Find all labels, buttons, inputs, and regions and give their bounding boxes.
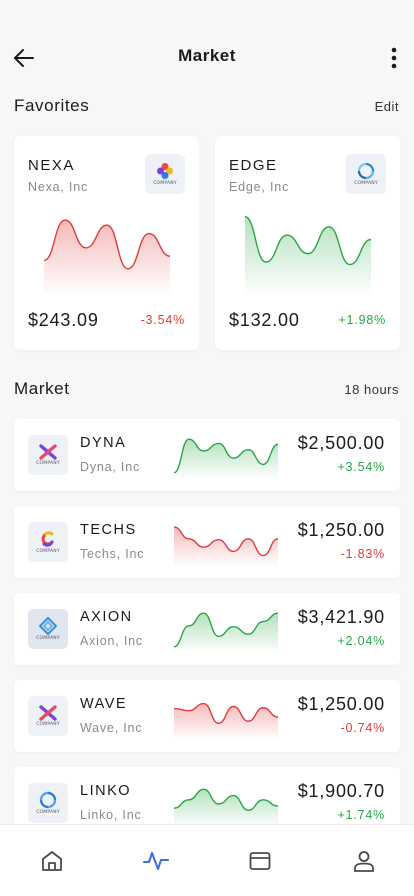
stock-symbol: AXION (80, 609, 133, 625)
market-title: Market (14, 379, 70, 398)
company-name: Nexa, Inc (28, 180, 89, 194)
sparkline-chart (174, 438, 278, 479)
market-row-dyna[interactable]: COMPANY DYNA Dyna, Inc $2,500.00 +3.54% (14, 419, 400, 491)
company-name: Techs, Inc (80, 547, 145, 561)
company-name: Edge, Inc (229, 180, 290, 194)
edit-favorites-button[interactable]: Edit (375, 99, 399, 114)
company-name: Linko, Inc (80, 808, 142, 822)
stock-price: $1,250.00 (297, 694, 385, 714)
stock-price: $3,421.90 (297, 607, 385, 627)
favorite-card-nexa[interactable]: NEXA Nexa, Inc COMPANY $243.09 -3.54% (14, 136, 199, 350)
stock-symbol: DYNA (80, 435, 127, 451)
company-name: Wave, Inc (80, 721, 143, 735)
dyna-logo-icon (39, 444, 57, 460)
nexa-logo-icon (157, 163, 173, 179)
company-name: Dyna, Inc (80, 460, 141, 474)
more-options-button[interactable] (382, 44, 406, 72)
stock-symbol: NEXA (28, 157, 75, 174)
price-change: +1.74% (337, 808, 385, 822)
stock-price: $2,500.00 (297, 433, 385, 453)
bottom-nav (0, 824, 414, 896)
logo-caption: COMPANY (36, 461, 60, 466)
stock-symbol: LINKO (80, 783, 132, 799)
nav-wallet[interactable] (246, 847, 274, 875)
user-icon (354, 851, 374, 872)
logo-caption: COMPANY (36, 810, 60, 815)
sparkline-chart (174, 612, 278, 653)
market-row-techs[interactable]: COMPANY TECHS Techs, Inc $1,250.00 -1.83… (14, 506, 400, 578)
nav-market[interactable] (142, 847, 170, 875)
stock-price: $1,250.00 (297, 520, 385, 540)
logo-caption: COMPANY (354, 181, 378, 186)
price-change: +1.98% (338, 313, 386, 327)
logo-caption: COMPANY (36, 549, 60, 554)
stock-symbol: TECHS (80, 522, 137, 538)
stock-price: $243.09 (28, 310, 99, 330)
company-logo: COMPANY (346, 154, 386, 194)
price-change: +3.54% (337, 460, 385, 474)
period-selector[interactable]: 18 hours (344, 382, 399, 397)
sparkline-chart (245, 216, 371, 296)
sparkline-chart (174, 526, 278, 566)
nav-home[interactable] (38, 847, 66, 875)
edge-logo-icon (357, 162, 375, 180)
market-row-axion[interactable]: COMPANY AXION Axion, Inc $3,421.90 +2.04… (14, 593, 400, 665)
price-change: +2.04% (337, 634, 385, 648)
stock-price: $1,900.70 (297, 781, 385, 801)
page-title: Market (178, 46, 236, 65)
logo-caption: COMPANY (36, 636, 60, 641)
sparkline-chart (174, 702, 278, 740)
activity-icon (143, 852, 169, 870)
nav-profile[interactable] (350, 847, 378, 875)
sparkline-area (174, 789, 278, 827)
company-logo: COMPANY (28, 435, 68, 475)
company-logo: COMPANY (28, 783, 68, 823)
sparkline-chart (44, 219, 170, 296)
techs-logo-icon (41, 531, 54, 547)
favorite-card-edge[interactable]: EDGE Edge, Inc COMPANY $132.00 +1.98% (215, 136, 400, 350)
stock-symbol: EDGE (229, 157, 278, 174)
price-change: -1.83% (340, 547, 385, 561)
company-name: Axion, Inc (80, 634, 143, 648)
company-logo: COMPANY (145, 154, 185, 194)
company-logo: COMPANY (28, 522, 68, 562)
market-row-wave[interactable]: COMPANY WAVE Wave, Inc $1,250.00 -0.74% (14, 680, 400, 752)
company-logo: COMPANY (28, 696, 68, 736)
sparkline-chart (174, 788, 278, 827)
price-change: -3.54% (140, 313, 185, 327)
wallet-card-icon (249, 852, 271, 870)
sparkline-area (44, 220, 170, 296)
price-change: -0.74% (340, 721, 385, 735)
favorites-title: Favorites (14, 96, 90, 115)
sparkline-area (174, 439, 278, 479)
stock-symbol: WAVE (80, 696, 128, 712)
company-logo: COMPANY (28, 609, 68, 649)
logo-caption: COMPANY (36, 722, 60, 727)
logo-caption: COMPANY (153, 181, 177, 186)
home-icon (42, 851, 62, 871)
stock-price: $132.00 (229, 310, 300, 330)
wave-logo-icon (39, 705, 57, 721)
axion-logo-icon (39, 617, 57, 635)
more-vertical-icon (391, 47, 397, 69)
sparkline-area (245, 216, 371, 296)
linko-logo-icon (39, 791, 57, 809)
sparkline-area (174, 613, 278, 653)
sparkline-area (174, 703, 278, 740)
